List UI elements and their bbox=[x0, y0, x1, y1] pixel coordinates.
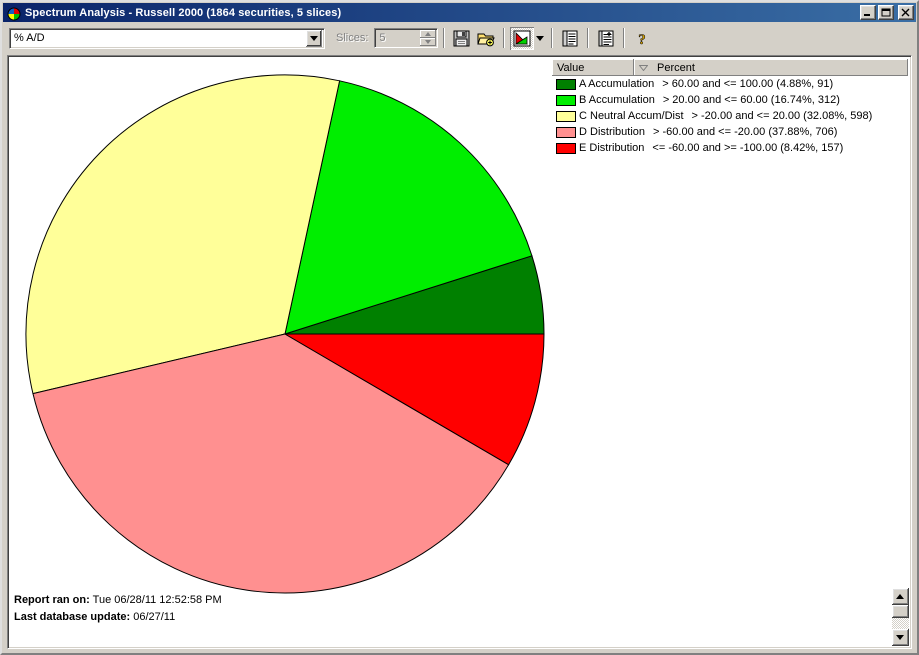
legend-row-description: <= -60.00 and >= -100.00 (8.42%, 157) bbox=[652, 142, 844, 154]
legend-rows: A Accumulation > 60.00 and <= 100.00 (4.8… bbox=[552, 76, 908, 156]
legend-row[interactable]: D Distribution > -60.00 and <= -20.00 (37… bbox=[552, 124, 908, 140]
slices-stepper-down[interactable] bbox=[420, 38, 437, 46]
legend-row-name: A Accumulation bbox=[579, 78, 655, 90]
help-button[interactable]: ? bbox=[630, 27, 654, 50]
pie-chart-view-button[interactable] bbox=[510, 26, 535, 50]
toolbar: % A/D Slices: 5 ? bbox=[3, 23, 916, 53]
application-window: Spectrum Analysis - Russell 2000 (1864 s… bbox=[0, 0, 919, 655]
pie-chart-icon bbox=[5, 4, 22, 22]
toolbar-separator-1 bbox=[443, 28, 446, 48]
vertical-scrollbar[interactable] bbox=[892, 588, 909, 646]
legend-row-description: > 20.00 and <= 60.00 (16.74%, 312) bbox=[662, 94, 840, 106]
report-footer: Report ran on: Tue 06/28/11 12:52:58 PM … bbox=[14, 592, 222, 626]
sort-descending-icon bbox=[639, 64, 648, 71]
title-bar: Spectrum Analysis - Russell 2000 (1864 s… bbox=[3, 3, 916, 22]
legend-color-swatch bbox=[556, 78, 576, 90]
legend-panel: Value Percent A Accumulation > 60.00 and … bbox=[551, 58, 909, 157]
slices-stepper-up[interactable] bbox=[420, 30, 437, 38]
maximize-button[interactable] bbox=[878, 5, 894, 20]
slices-stepper[interactable]: 5 bbox=[374, 28, 439, 48]
legend-row[interactable]: A Accumulation > 60.00 and <= 100.00 (4.8… bbox=[552, 76, 908, 92]
legend-color-swatch bbox=[556, 94, 576, 106]
open-button[interactable] bbox=[474, 27, 498, 50]
close-button[interactable] bbox=[898, 5, 914, 20]
chevron-down-icon[interactable] bbox=[306, 29, 322, 47]
scrollbar-thumb[interactable] bbox=[892, 605, 909, 618]
save-button[interactable] bbox=[450, 27, 474, 50]
legend-column-value[interactable]: Value bbox=[552, 59, 634, 76]
report-add-button[interactable] bbox=[594, 27, 618, 50]
legend-row-description: > 60.00 and <= 100.00 (4.88%, 91) bbox=[662, 78, 834, 90]
legend-row-description: > -20.00 and <= 20.00 (32.08%, 598) bbox=[691, 110, 873, 122]
report-ran-label: Report ran on: bbox=[14, 594, 90, 606]
legend-row-description: > -60.00 and <= -20.00 (37.88%, 706) bbox=[653, 126, 838, 138]
last-update-label: Last database update: bbox=[14, 611, 131, 623]
last-update-line: Last database update: 06/27/11 bbox=[14, 609, 222, 626]
slices-stepper-value: 5 bbox=[379, 32, 386, 44]
legend-row[interactable]: E Distribution <= -60.00 and >= -100.00 (… bbox=[552, 140, 908, 156]
toolbar-separator-3 bbox=[551, 28, 554, 48]
scroll-up-button[interactable] bbox=[892, 588, 909, 605]
pie-chart-svg[interactable] bbox=[22, 71, 548, 597]
scrollbar-track[interactable] bbox=[892, 618, 909, 629]
legend-row-name: D Distribution bbox=[579, 126, 646, 138]
scroll-down-button[interactable] bbox=[892, 629, 909, 646]
report-content-area: Value Percent A Accumulation > 60.00 and … bbox=[7, 55, 912, 649]
legend-row[interactable]: B Accumulation > 20.00 and <= 60.00 (16.7… bbox=[552, 92, 908, 108]
minimize-button[interactable] bbox=[860, 5, 876, 20]
legend-header-row: Value Percent bbox=[552, 59, 908, 76]
legend-color-swatch bbox=[556, 126, 576, 138]
legend-color-swatch bbox=[556, 142, 576, 154]
legend-row-name: B Accumulation bbox=[579, 94, 655, 106]
legend-column-percent-label: Percent bbox=[657, 61, 695, 74]
slices-label: Slices: bbox=[336, 32, 369, 44]
report-ran-line: Report ran on: Tue 06/28/11 12:52:58 PM bbox=[14, 592, 222, 609]
legend-color-swatch bbox=[556, 110, 576, 122]
legend-column-percent[interactable]: Percent bbox=[634, 59, 908, 76]
legend-row[interactable]: C Neutral Accum/Dist > -20.00 and <= 20.0… bbox=[552, 108, 908, 124]
legend-column-value-label: Value bbox=[557, 61, 585, 74]
svg-text:?: ? bbox=[639, 32, 647, 47]
metric-combobox[interactable]: % A/D bbox=[9, 27, 325, 49]
toolbar-separator-5 bbox=[623, 28, 626, 48]
last-update-value: 06/27/11 bbox=[133, 611, 176, 623]
pie-chart bbox=[22, 71, 548, 597]
metric-combobox-value: % A/D bbox=[14, 32, 45, 44]
window-title: Spectrum Analysis - Russell 2000 (1864 s… bbox=[25, 6, 342, 19]
toolbar-separator-2 bbox=[503, 28, 506, 48]
report-ran-value: Tue 06/28/11 12:52:58 PM bbox=[92, 594, 222, 606]
toolbar-separator-4 bbox=[587, 28, 590, 48]
legend-row-name: C Neutral Accum/Dist bbox=[579, 110, 684, 122]
slices-stepper-buttons bbox=[420, 30, 437, 46]
pie-chart-dropdown-button[interactable] bbox=[534, 27, 546, 50]
report-view-button[interactable] bbox=[558, 27, 582, 50]
legend-row-name: E Distribution bbox=[579, 142, 645, 154]
